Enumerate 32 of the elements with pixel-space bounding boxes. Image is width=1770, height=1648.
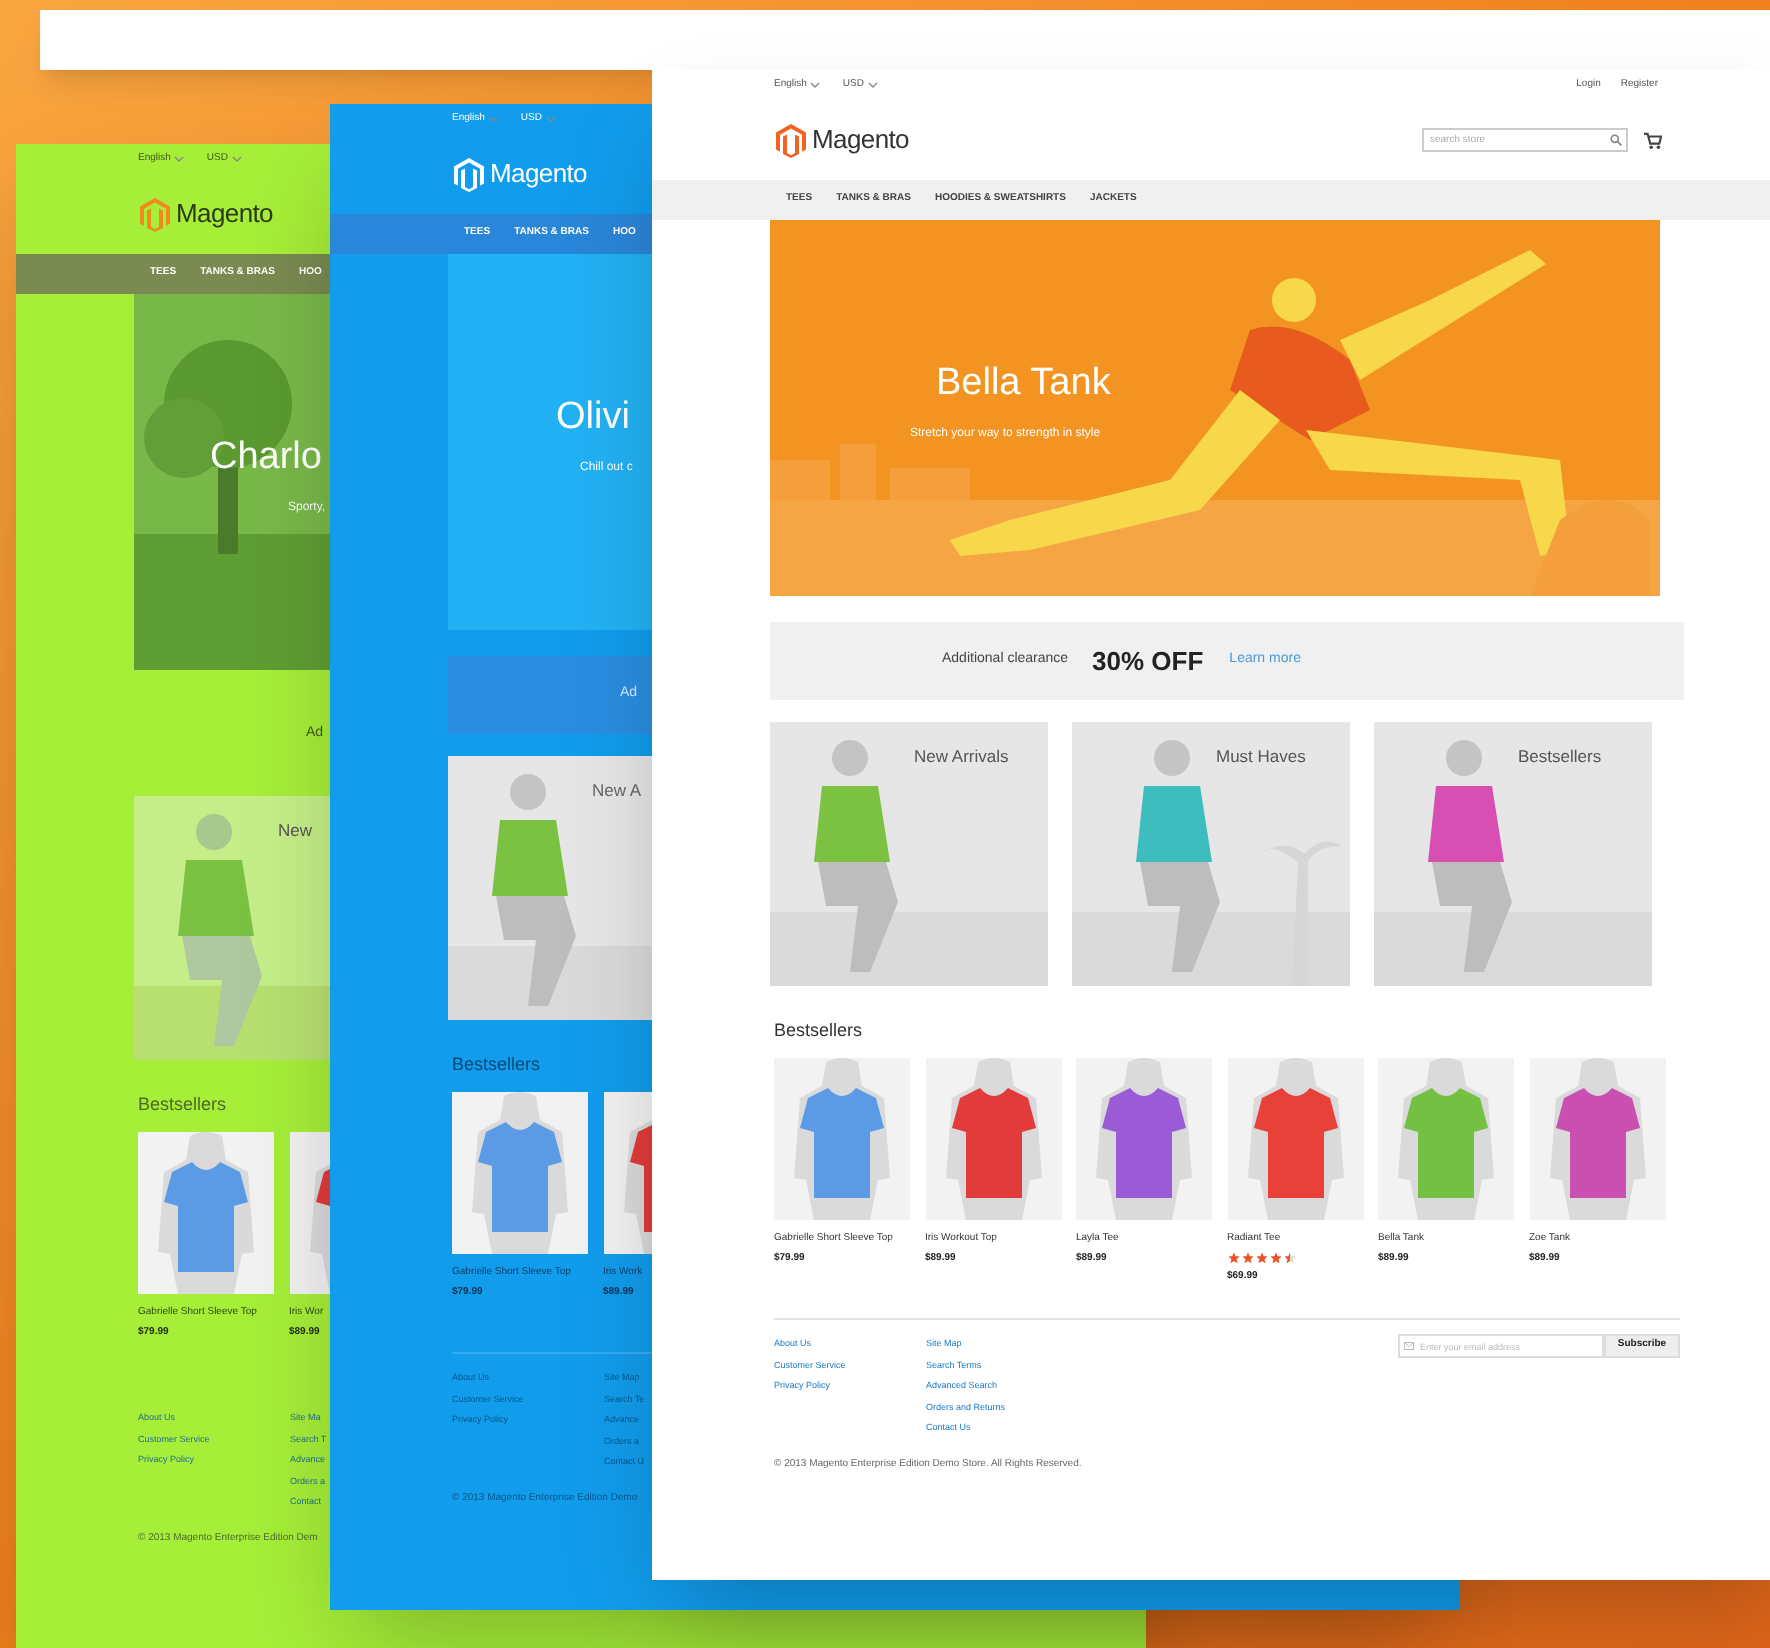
caret-icon xyxy=(488,116,499,122)
category-tile[interactable]: New A xyxy=(448,756,652,1020)
category-tile[interactable]: Must Haves xyxy=(1072,722,1350,986)
section-heading: Bestsellers xyxy=(774,1018,863,1045)
section-heading: Bestsellers xyxy=(138,1092,227,1119)
category-tile[interactable]: New xyxy=(134,796,330,1060)
hexagon-logo-icon xyxy=(140,197,170,231)
category-tile[interactable]: Bestsellers xyxy=(1374,722,1652,986)
discount-text: 30% OFF xyxy=(1092,643,1204,680)
tile-label: New Arrivals xyxy=(914,744,1009,770)
section-heading: Bestsellers xyxy=(452,1052,541,1079)
caret-icon xyxy=(810,82,821,88)
search-icon xyxy=(1610,134,1622,146)
brand-name: Magento xyxy=(176,196,273,233)
hero-title: Olivi xyxy=(556,396,630,440)
caret-icon xyxy=(174,156,185,162)
brand-name: Magento xyxy=(812,122,909,159)
tile-label: Bestsellers xyxy=(1518,744,1602,770)
brand-name: Magento xyxy=(490,156,587,193)
caret-icon xyxy=(867,82,878,88)
hero-title: Charlo xyxy=(210,436,322,480)
caret-icon xyxy=(545,116,556,122)
hexagon-logo-icon xyxy=(776,123,806,157)
category-tile[interactable]: New Arrivals xyxy=(770,722,1048,986)
hero-title: Bella Tank xyxy=(936,362,1111,406)
tile-label: New xyxy=(278,818,313,844)
tile-label: New A xyxy=(592,778,642,804)
hexagon-logo-icon xyxy=(454,157,484,191)
caret-icon xyxy=(231,156,242,162)
envelope-icon xyxy=(1404,1342,1414,1350)
tile-label: Must Haves xyxy=(1216,744,1306,770)
cart-icon xyxy=(1644,131,1662,149)
